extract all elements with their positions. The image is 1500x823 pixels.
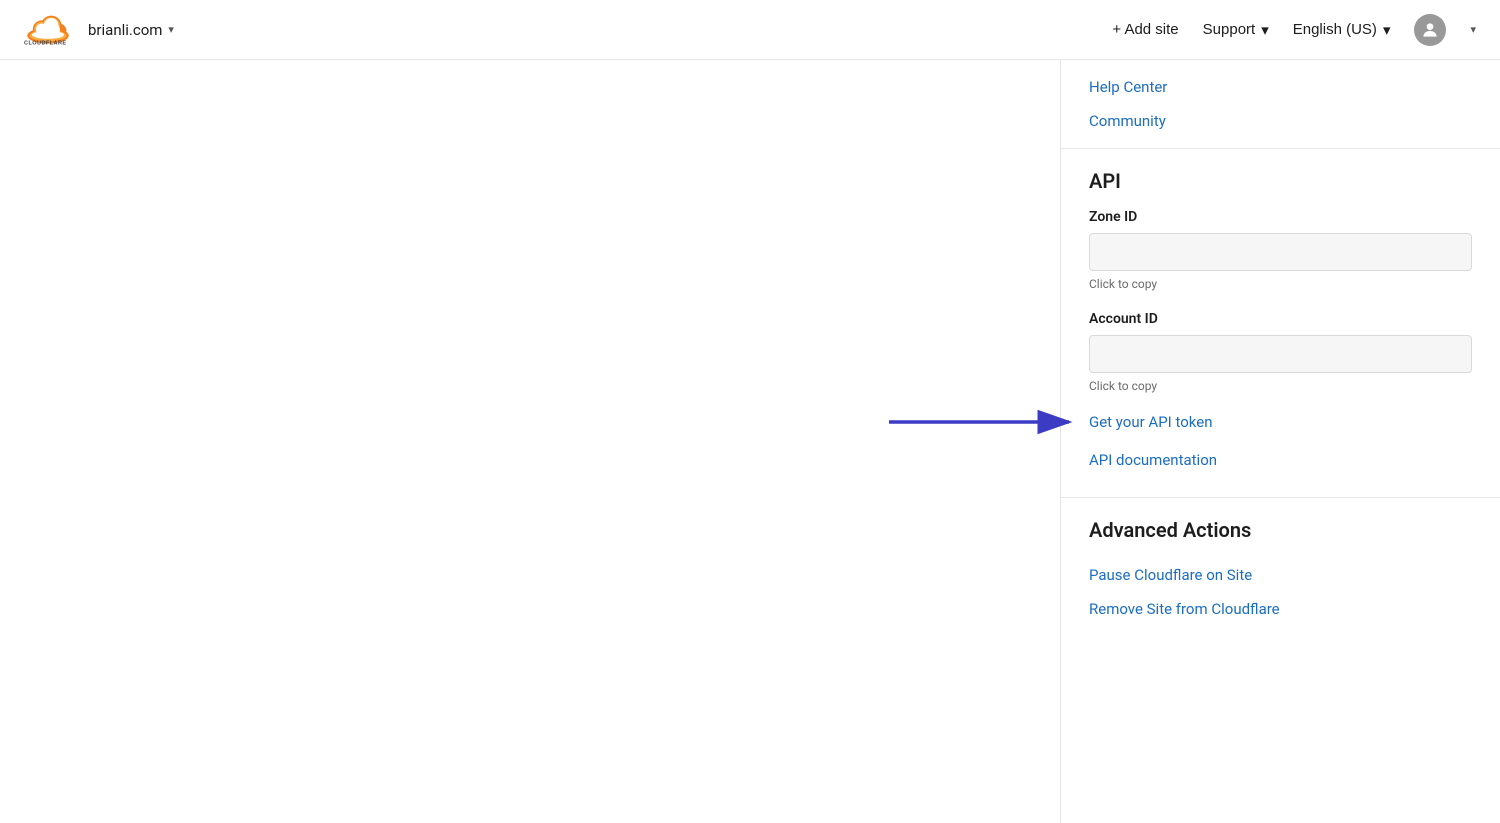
account-id-input[interactable] — [1089, 335, 1472, 373]
zone-id-input[interactable] — [1089, 233, 1472, 271]
main-content: Help Center Community API Zone ID Click … — [0, 60, 1500, 823]
user-chevron-icon: ▾ — [1470, 23, 1476, 36]
navbar-right: + Add site Support ▾ English (US) ▾ ▾ — [1112, 14, 1476, 46]
community-link[interactable]: Community — [1089, 104, 1472, 138]
pause-cloudflare-link[interactable]: Pause Cloudflare on Site — [1089, 558, 1472, 592]
account-id-label: Account ID — [1089, 311, 1472, 327]
zone-id-copy-hint: Click to copy — [1089, 277, 1472, 291]
language-chevron-icon: ▾ — [1383, 21, 1391, 39]
support-links-section: Help Center Community — [1061, 60, 1500, 149]
api-section: API Zone ID Click to copy Account ID Cli… — [1061, 149, 1500, 498]
site-selector[interactable]: brianli.com ▾ — [88, 21, 174, 39]
logo-container: CLOUDFLARE — [24, 14, 72, 46]
navbar: CLOUDFLARE brianli.com ▾ + Add site Supp… — [0, 0, 1500, 60]
site-chevron-icon: ▾ — [168, 23, 174, 36]
user-avatar[interactable] — [1414, 14, 1446, 46]
api-docs-link[interactable]: API documentation — [1089, 443, 1472, 477]
add-site-button[interactable]: + Add site — [1112, 21, 1178, 38]
remove-site-link[interactable]: Remove Site from Cloudflare — [1089, 592, 1472, 626]
api-token-container: Get your API token — [1089, 413, 1472, 431]
left-panel — [0, 60, 1060, 823]
arrow-annotation — [889, 408, 1079, 436]
right-panel: Help Center Community API Zone ID Click … — [1060, 60, 1500, 823]
support-button[interactable]: Support ▾ — [1203, 21, 1269, 39]
navbar-left: CLOUDFLARE brianli.com ▾ — [24, 14, 174, 46]
svg-text:CLOUDFLARE: CLOUDFLARE — [24, 40, 67, 46]
language-button[interactable]: English (US) ▾ — [1293, 21, 1391, 39]
api-token-link[interactable]: Get your API token — [1089, 413, 1212, 431]
cloudflare-logo: CLOUDFLARE — [24, 14, 72, 46]
advanced-actions-section: Advanced Actions Pause Cloudflare on Sit… — [1061, 498, 1500, 646]
zone-id-group: Zone ID Click to copy — [1089, 209, 1472, 291]
account-id-group: Account ID Click to copy — [1089, 311, 1472, 393]
help-center-link[interactable]: Help Center — [1089, 70, 1472, 104]
site-name: brianli.com — [88, 21, 162, 39]
zone-id-label: Zone ID — [1089, 209, 1472, 225]
support-chevron-icon: ▾ — [1261, 21, 1269, 39]
account-id-copy-hint: Click to copy — [1089, 379, 1472, 393]
advanced-actions-title: Advanced Actions — [1089, 518, 1472, 542]
api-section-title: API — [1089, 169, 1472, 193]
